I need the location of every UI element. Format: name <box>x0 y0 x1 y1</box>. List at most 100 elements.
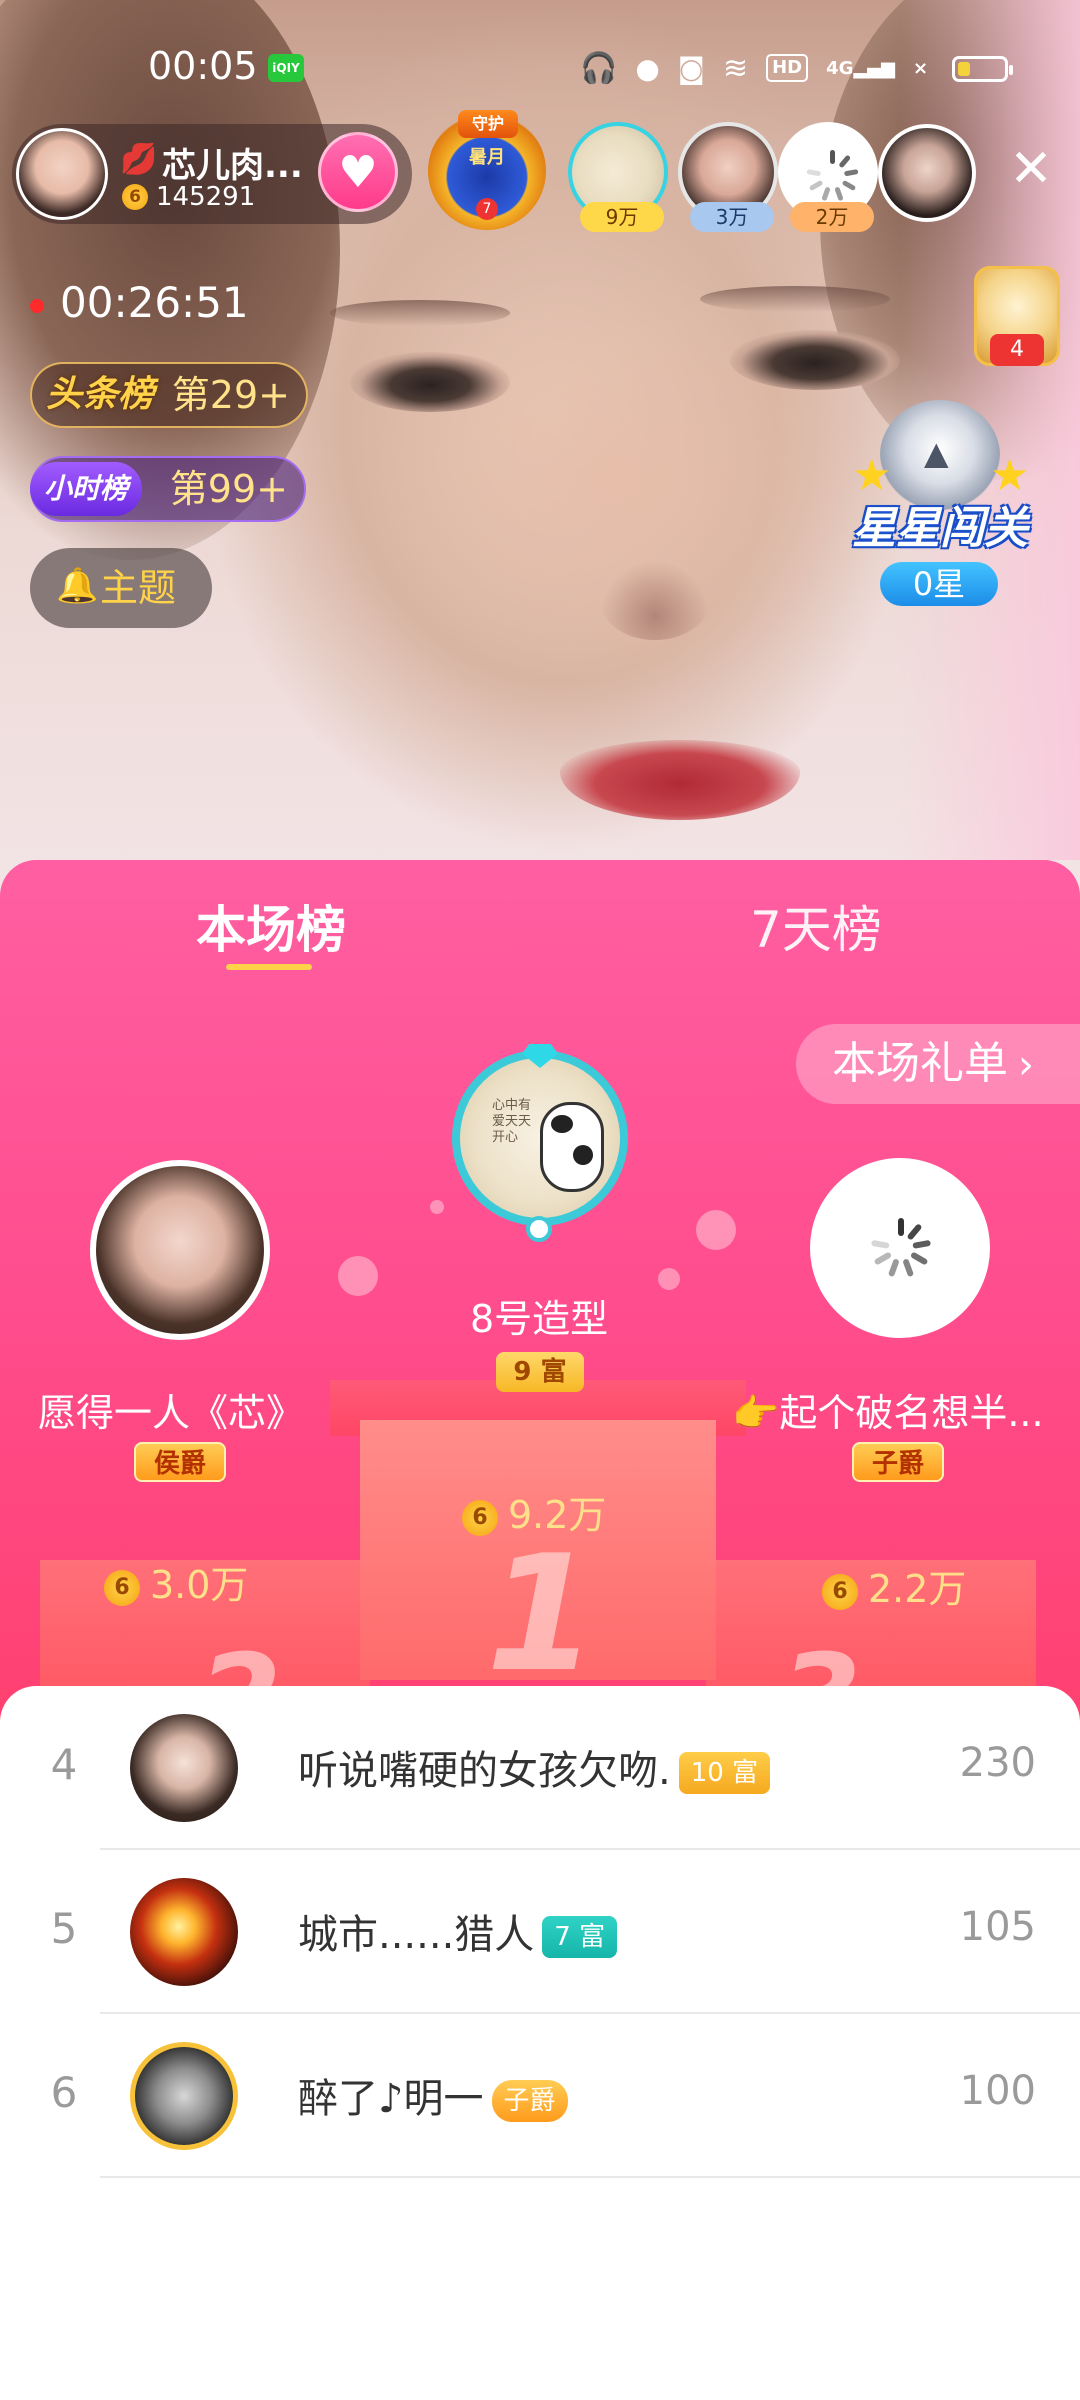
divider <box>100 2176 1080 2178</box>
hourly-rank-value: 第99+ <box>169 467 288 511</box>
second-place-score: 6 3.0万 <box>104 1554 248 1609</box>
hourly-rank-pill[interactable]: 小时榜 第99+ <box>30 456 306 522</box>
list-name: 听说嘴硬的女孩欠吻. 10 富 <box>298 1738 771 1796</box>
list-points: 230 <box>959 1740 1036 1786</box>
viewer-avatar-4[interactable] <box>878 124 976 222</box>
lips-icon: 💋 <box>120 142 158 177</box>
third-place-name[interactable]: 👉起个破名想半... <box>732 1382 1072 1437</box>
heart-icon: ♥ <box>338 146 378 198</box>
treasure-chest-count: 4 <box>990 334 1044 366</box>
podium-number-1: 1 <box>486 1520 598 1707</box>
host-avatar[interactable] <box>16 128 108 220</box>
close-icon[interactable]: ✕ <box>1006 143 1056 195</box>
chevron-right-icon: › <box>1018 1042 1034 1088</box>
network-label: 4G <box>826 57 854 79</box>
topic-button[interactable]: 🔔 主题 <box>30 548 212 628</box>
4g-signal-icon: 4G▂▄▆ <box>826 57 895 79</box>
loading-spinner-icon <box>870 1218 932 1278</box>
list-name-text: 醉了♪明一 <box>298 2076 484 2122</box>
third-place-avatar[interactable] <box>810 1158 990 1338</box>
video-eye-right <box>730 330 900 390</box>
first-place-avatar[interactable]: 心中有爱天天开心 <box>452 1050 628 1226</box>
iqiyi-icon: iQIY <box>268 54 304 82</box>
viewer-avatar-2[interactable]: 3万 <box>678 122 778 232</box>
list-name-text: 听说嘴硬的女孩欠吻. <box>298 1748 671 1794</box>
first-place-rich-badge: 9 富 <box>496 1352 584 1392</box>
rich-level-badge: 7 富 <box>542 1916 618 1958</box>
list-avatar[interactable] <box>130 1714 238 1822</box>
guard-badge-top: 守护 <box>458 110 518 138</box>
hd-icon: HD <box>766 54 809 82</box>
active-tab-indicator <box>226 964 312 970</box>
decor-bubble <box>696 1210 736 1250</box>
second-place-name[interactable]: 愿得一人《芯》 <box>38 1382 304 1437</box>
video-brow-right <box>700 286 890 312</box>
camera-icon: ◙ <box>677 51 705 85</box>
headline-rank-value: 第29+ <box>171 373 290 417</box>
cow-illustration <box>540 1102 604 1192</box>
live-dot-icon <box>30 298 44 313</box>
list-points: 100 <box>959 2068 1036 2114</box>
list-rank: 5 <box>50 1904 78 1953</box>
microphone-icon: ● <box>635 51 660 85</box>
status-time: 00:05 <box>148 44 258 88</box>
star-gate-title[interactable]: 星星闯关 <box>842 492 1038 556</box>
list-rank: 6 <box>50 2068 78 2117</box>
avatar-frame-dot <box>526 1216 552 1242</box>
guard-badge-count: 7 <box>476 198 498 220</box>
list-item[interactable]: 5 城市......猎人 7 富 105 <box>0 1850 1080 2014</box>
tab-7-days[interactable]: 7天榜 <box>750 890 882 962</box>
second-place-title-badge: 侯爵 <box>134 1442 226 1482</box>
live-duration-text: 00:26:51 <box>60 278 249 327</box>
viewer-tag-1: 9万 <box>580 202 664 232</box>
video-lips <box>560 740 800 820</box>
gift-list-button[interactable]: 本场礼单 › <box>796 1024 1080 1104</box>
coin-icon: 6 <box>104 1569 140 1606</box>
viewer-tag-3: 2万 <box>790 202 874 232</box>
status-bar: 00:05 iQIY 🎧 ● ◙ ≋ HD 4G▂▄▆ × <box>0 0 1080 140</box>
viewer-avatar-1[interactable]: 9万 <box>568 122 668 232</box>
rank-list: 4 听说嘴硬的女孩欠吻. 10 富 230 5 城市......猎人 7 富 105… <box>0 1686 1080 2400</box>
headline-rank-label: 头条榜 <box>46 374 155 415</box>
viewer-avatar-3[interactable]: 2万 <box>778 122 878 232</box>
level-coin-icon: 6 <box>122 184 148 210</box>
gift-list-label: 本场礼单 <box>832 1038 1008 1089</box>
title-badge: 子爵 <box>491 2080 568 2122</box>
first-place-score-value: 9.2万 <box>508 1493 607 1537</box>
list-points: 105 <box>959 1904 1036 1950</box>
host-fans-count: 145291 <box>156 182 256 212</box>
hourly-rank-label: 小时榜 <box>30 462 143 516</box>
rich-level-badge: 10 富 <box>678 1752 771 1794</box>
bell-icon: 🔔 <box>56 566 99 606</box>
star-gate-count: 0星 <box>880 562 998 606</box>
decor-bubble <box>658 1268 680 1290</box>
first-place-score: 6 9.2万 <box>462 1484 606 1539</box>
list-avatar[interactable] <box>130 2042 238 2150</box>
first-place-name[interactable]: 8号造型 <box>470 1288 608 1343</box>
third-place-score-value: 2.2万 <box>868 1567 967 1611</box>
list-name-text: 城市......猎人 <box>298 1912 535 1958</box>
headphones-icon: 🎧 <box>580 50 618 86</box>
list-item[interactable]: 4 听说嘴硬的女孩欠吻. 10 富 230 <box>0 1686 1080 1850</box>
video-eye-left <box>350 352 510 412</box>
follow-button[interactable]: ♥ <box>318 132 398 212</box>
loading-spinner-icon <box>806 150 859 202</box>
live-room-screen: 00:05 iQIY 🎧 ● ◙ ≋ HD 4G▂▄▆ × 💋 芯儿肉... 6… <box>0 0 1080 2400</box>
status-icons: 🎧 ● ◙ ≋ HD 4G▂▄▆ × <box>580 48 928 88</box>
decor-bubble <box>430 1200 444 1214</box>
wifi-icon: ≋ <box>722 50 749 86</box>
headline-rank-pill[interactable]: 头条榜 第29+ <box>30 362 308 428</box>
second-place-score-value: 3.0万 <box>150 1563 249 1607</box>
topic-label: 主题 <box>100 566 177 610</box>
list-avatar[interactable] <box>130 1878 238 1986</box>
second-place-avatar[interactable] <box>90 1160 270 1340</box>
video-brow-left <box>330 300 510 326</box>
list-item[interactable]: 6 醉了♪明一 子爵 100 <box>0 2014 1080 2178</box>
host-name: 芯儿肉... <box>162 146 303 186</box>
video-nose <box>600 560 710 640</box>
viewer-tag-2: 3万 <box>690 202 774 232</box>
no-signal-icon: × <box>912 57 929 79</box>
list-name: 城市......猎人 7 富 <box>298 1902 618 1960</box>
battery-icon <box>952 56 1013 82</box>
tab-current-session[interactable]: 本场榜 <box>196 890 346 962</box>
